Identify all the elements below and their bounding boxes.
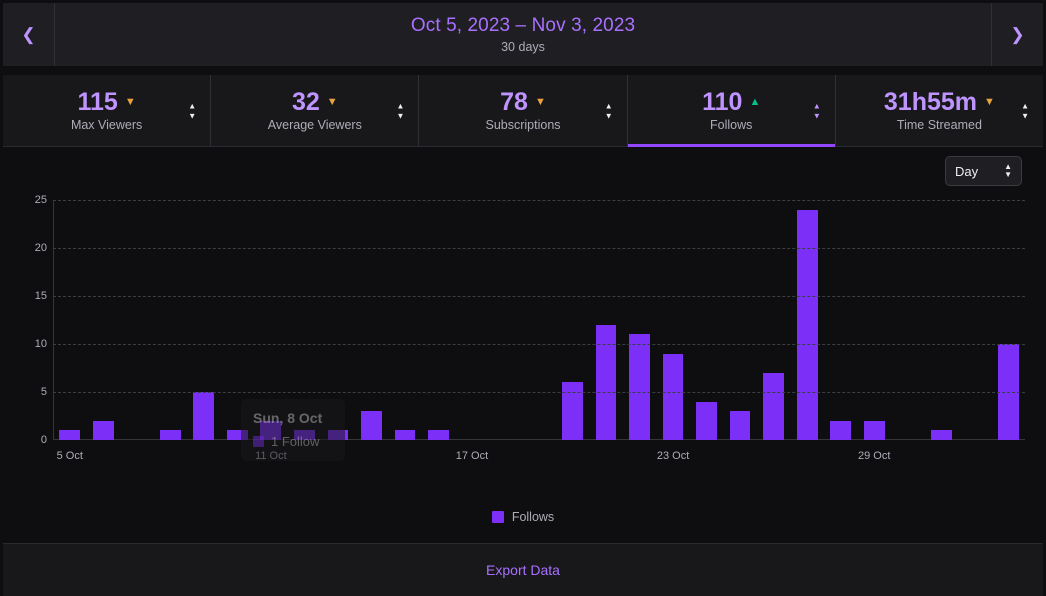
stat-label: Time Streamed: [896, 117, 982, 132]
stat-stepper-icon[interactable]: ▲ ▼: [813, 102, 821, 120]
stat-content: 115 ▼ Max Viewers: [70, 87, 143, 132]
stat-value-row: 32 ▼: [291, 87, 338, 116]
stat-label: Average Viewers: [267, 117, 362, 132]
stat-value-row: 78 ▼: [500, 87, 546, 116]
chevron-down-icon: ▼: [326, 95, 338, 108]
y-axis-tick-label: 0: [40, 434, 47, 446]
granularity-selected-label: Day: [955, 163, 979, 179]
previous-period-button[interactable]: ❮: [3, 3, 55, 66]
chart-bar[interactable]: [662, 353, 684, 440]
chevron-left-icon: ❮: [21, 25, 36, 44]
granularity-select[interactable]: Day ▲ ▼: [945, 156, 1022, 186]
chart-bar[interactable]: [394, 430, 416, 440]
export-data-button[interactable]: Export Data: [486, 562, 560, 578]
chart-bar[interactable]: [193, 392, 215, 440]
chevron-up-icon: ▲: [749, 95, 761, 108]
x-axis-tick-label: 5 Oct: [56, 450, 83, 462]
chart-bar[interactable]: [327, 430, 349, 440]
stat-label: Max Viewers: [70, 117, 143, 132]
legend-swatch-icon: [491, 511, 504, 523]
chart-bar[interactable]: [830, 420, 852, 440]
stream-summary-page: ❮ Oct 5, 2023 – Nov 3, 2023 30 days ❯ 11…: [0, 3, 1046, 596]
chevron-down-icon: ▼: [984, 95, 995, 108]
chevron-down-icon: ▼: [124, 95, 136, 108]
stats-tab-bar: 115 ▼ Max Viewers ▲ ▼ 32 ▼ Average Viewers ▲ ▼ 78 ▼…: [3, 75, 1043, 147]
chart-bar[interactable]: [92, 420, 114, 440]
chart-bar[interactable]: [763, 372, 784, 440]
chart-bar[interactable]: [260, 420, 282, 440]
gridline: [53, 392, 1025, 393]
x-axis-tick-label: 17 Oct: [455, 450, 489, 462]
stat-stepper-icon[interactable]: ▲ ▼: [1021, 102, 1029, 120]
chart-bar[interactable]: [361, 411, 382, 440]
x-axis-tick-label: 11 Oct: [255, 450, 287, 462]
chart-bar[interactable]: [226, 430, 248, 440]
chart-bar[interactable]: [796, 209, 818, 440]
stat-value: 32: [291, 87, 320, 116]
next-period-button[interactable]: ❯: [991, 3, 1043, 66]
stat-content: 110 ▲ Follows: [702, 87, 761, 132]
chart-panel: Day ▲ ▼ 0 5 10 15 20 25 5 Oct 11 Oct 17 Oct 23 Oct…: [3, 148, 1043, 546]
chart-bar[interactable]: [863, 420, 885, 440]
stat-tab-time-streamed[interactable]: 31h55m ▼ Time Streamed ▲ ▼: [834, 75, 1043, 146]
stat-value: 110: [702, 87, 743, 116]
stat-value-row: 110 ▲: [702, 87, 761, 116]
stat-content: 78 ▼ Subscriptions: [485, 87, 561, 132]
chart-bar[interactable]: [59, 430, 81, 440]
stat-value: 31h55m: [883, 87, 978, 116]
chart-bars: [53, 200, 1025, 440]
date-range-label-group: Oct 5, 2023 – Nov 3, 2023 30 days: [55, 3, 991, 66]
stepper-up-down-icon: ▲ ▼: [1004, 162, 1012, 179]
gridline: [53, 296, 1025, 297]
stat-stepper-icon[interactable]: ▲ ▼: [188, 102, 196, 120]
chart-bar[interactable]: [930, 430, 952, 440]
gridline: [53, 344, 1025, 345]
gridline: [53, 200, 1025, 201]
chart-bar[interactable]: [696, 401, 717, 440]
x-axis-tick-label: 23 Oct: [656, 450, 690, 462]
y-axis-tick-label: 25: [34, 194, 47, 206]
stat-value-row: 31h55m ▼: [883, 87, 995, 116]
stat-value-row: 115 ▼: [77, 87, 136, 116]
stat-content: 31h55m ▼ Time Streamed: [883, 87, 995, 132]
chart-bar[interactable]: [293, 430, 315, 440]
date-range-subtitle: 30 days: [501, 40, 545, 54]
y-axis-tick-label: 10: [34, 338, 47, 350]
stat-tab-average-viewers[interactable]: 32 ▼ Average Viewers ▲ ▼: [210, 75, 418, 146]
chart-bar[interactable]: [428, 430, 449, 440]
y-axis-tick-label: 15: [34, 290, 47, 302]
y-axis-tick-label: 5: [40, 386, 47, 398]
y-axis-tick-label: 20: [34, 242, 47, 254]
chart-plot-area: 0 5 10 15 20 25 5 Oct 11 Oct 17 Oct 23 Oct 29 Oct: [35, 194, 1025, 462]
stat-label: Subscriptions: [485, 117, 561, 132]
chart-legend[interactable]: Follows: [3, 510, 1043, 524]
follows-bar-chart: 0 5 10 15 20 25 5 Oct 11 Oct 17 Oct 23 Oct 29 Oct …: [3, 192, 1043, 492]
stat-value: 115: [77, 87, 118, 116]
stat-stepper-icon[interactable]: ▲ ▼: [605, 102, 613, 120]
stat-tab-follows[interactable]: 110 ▲ Follows ▲ ▼: [626, 75, 836, 147]
gridline: [53, 248, 1025, 249]
chart-footer: Export Data: [3, 543, 1043, 596]
chart-bar[interactable]: [159, 430, 181, 440]
stat-tab-max-viewers[interactable]: 115 ▼ Max Viewers ▲ ▼: [3, 75, 210, 146]
date-range-title: Oct 5, 2023 – Nov 3, 2023: [410, 15, 636, 36]
legend-label: Follows: [511, 510, 555, 524]
chevron-down-icon: ▼: [534, 95, 546, 108]
chart-bar[interactable]: [729, 411, 751, 440]
chart-bar[interactable]: [629, 334, 650, 440]
chart-bar[interactable]: [595, 324, 617, 440]
x-axis-tick-label: 29 Oct: [857, 450, 891, 462]
date-range-header: ❮ Oct 5, 2023 – Nov 3, 2023 30 days ❯: [3, 3, 1043, 66]
stat-tab-subscriptions[interactable]: 78 ▼ Subscriptions ▲ ▼: [418, 75, 626, 146]
chevron-right-icon: ❯: [1010, 25, 1025, 44]
stat-label: Follows: [710, 117, 753, 132]
stat-stepper-icon[interactable]: ▲ ▼: [396, 102, 404, 120]
stat-content: 32 ▼ Average Viewers: [267, 87, 362, 132]
stat-value: 78: [500, 87, 528, 116]
